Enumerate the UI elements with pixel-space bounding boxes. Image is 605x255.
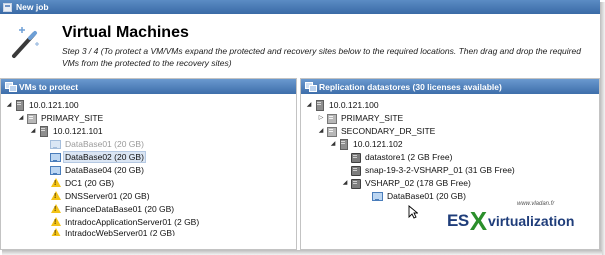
vm-icon [50,165,61,175]
site-watermark: www.vladan.fr ES X virtualization [447,200,597,244]
window-icon [3,2,12,12]
datastores-panel-icon [305,82,317,92]
host-icon [38,125,49,137]
tree-node-vm-warning[interactable]: DNSServer01 (20 GB) [1,189,296,202]
watermark-logo: ES X virtualization [447,206,575,236]
window-title: New job [16,2,49,12]
drop-shadow-right [600,2,605,255]
replication-datastores-header: Replication datastores (30 licenses avai… [301,79,599,94]
collapse-arrow-icon[interactable]: ◢ [305,101,313,108]
watermark-site: www.vladan.fr [517,201,555,207]
warning-icon [50,177,61,188]
tree-node-host[interactable]: ◢ 10.0.121.100 [301,98,599,111]
warning-icon [50,190,61,201]
collapse-arrow-icon[interactable]: ◢ [5,101,13,108]
site-icon [26,113,37,124]
tree-node-host[interactable]: ◢ 10.0.121.102 [301,137,599,150]
tree-node-host[interactable]: ◢ 10.0.121.101 [1,124,296,137]
collapse-arrow-icon[interactable]: ◢ [329,140,337,147]
collapse-arrow-icon[interactable]: ◢ [29,127,37,134]
site-icon [326,126,337,137]
collapse-arrow-icon[interactable]: ◢ [341,179,349,186]
tree-node-vm-warning[interactable]: IntradocWebServer01 (2 GB) [1,228,296,236]
tree-node-datastore[interactable]: datastore1 (2 GB Free) [301,150,599,163]
tree-node-datastore[interactable]: snap-19-3-2-VSHARP_01 (31 GB Free) [301,163,599,176]
tree-node-vm-selected[interactable]: DataBase02 (20 GB) [1,150,296,163]
tree-node-vm[interactable]: DataBase01 (20 GB) [1,137,296,150]
datastore-icon [350,152,361,163]
tree-node-host[interactable]: ◢ 10.0.121.100 [1,98,296,111]
warning-icon [50,216,61,227]
vms-to-protect-panel: VMs to protect ◢ 10.0.121.100 ◢ PRIMARY_… [0,78,297,250]
warning-icon [50,228,61,236]
wizard-header: Virtual Machines Step 3 / 4 (To protect … [0,14,600,78]
datastores-tree: ◢ 10.0.121.100 ▷ PRIMARY_SITE ◢ SECONDAR… [301,94,599,202]
tree-node-site[interactable]: ◢ SECONDARY_DR_SITE [301,124,599,137]
host-icon [314,99,325,111]
vm-icon [372,191,383,201]
vm-icon [50,152,61,162]
host-icon [14,99,25,111]
replication-datastores-title: Replication datastores (30 licenses avai… [319,81,502,92]
drop-shadow-bottom [2,250,602,255]
datastore-icon [350,165,361,176]
host-icon [338,138,349,150]
tree-node-vm[interactable]: DataBase04 (20 GB) [1,163,296,176]
vm-icon [50,139,61,149]
tree-node-vm-warning[interactable]: FinanceDataBase01 (20 GB) [1,202,296,215]
expand-arrow-icon[interactable]: ▷ [317,114,325,121]
tree-node-datastore[interactable]: ◢ VSHARP_02 (178 GB Free) [301,176,599,189]
vms-tree: ◢ 10.0.121.100 ◢ PRIMARY_SITE ◢ 10.0.121… [1,94,296,236]
tree-node-site[interactable]: ▷ PRIMARY_SITE [301,111,599,124]
vms-to-protect-header: VMs to protect [1,79,296,94]
vms-panel-icon [5,82,17,92]
tree-node-vm-warning[interactable]: IntradocApplicationServer01 (2 GB) [1,215,296,228]
warning-icon [50,203,61,214]
tree-node-vm-warning[interactable]: DC1 (20 GB) [1,176,296,189]
step-description: Step 3 / 4 (To protect a VM/VMs expand t… [62,46,581,68]
site-icon [326,113,337,124]
collapse-arrow-icon[interactable]: ◢ [317,127,325,134]
magic-wand-icon [12,27,39,58]
mouse-pointer-icon [408,205,418,219]
vms-to-protect-title: VMs to protect [19,81,79,92]
page-title: Virtual Machines [62,24,189,41]
datastore-icon [350,178,361,189]
window-titlebar: New job [0,0,600,14]
collapse-arrow-icon[interactable]: ◢ [17,114,25,121]
tree-node-site[interactable]: ◢ PRIMARY_SITE [1,111,296,124]
